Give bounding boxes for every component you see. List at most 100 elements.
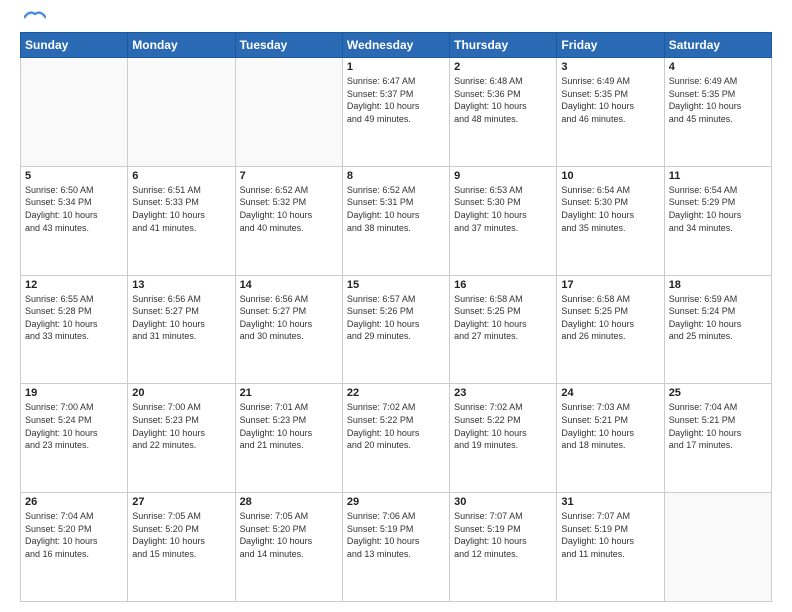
cell-content: Sunrise: 6:57 AM Sunset: 5:26 PM Dayligh… <box>347 293 445 343</box>
cell-content: Sunrise: 7:01 AM Sunset: 5:23 PM Dayligh… <box>240 401 338 451</box>
day-number: 6 <box>132 170 230 182</box>
calendar-cell: 24 Sunrise: 7:03 AM Sunset: 5:21 PM Dayli… <box>557 384 664 493</box>
cell-content: Sunrise: 6:49 AM Sunset: 5:35 PM Dayligh… <box>669 75 767 125</box>
calendar-header-thursday: Thursday <box>450 33 557 58</box>
calendar-cell <box>235 58 342 167</box>
calendar-cell: 23Sunrise: 7:02 AM Sunset: 5:22 PM Dayli… <box>450 384 557 493</box>
day-number: 24 <box>561 387 659 399</box>
calendar-cell: 28 Sunrise: 7:05 AM Sunset: 5:20 PM Dayli… <box>235 493 342 602</box>
day-number: 15 <box>347 279 445 291</box>
cell-content: Sunrise: 7:00 AM Sunset: 5:24 PM Dayligh… <box>25 401 123 451</box>
calendar-header-tuesday: Tuesday <box>235 33 342 58</box>
day-number: 18 <box>669 279 767 291</box>
calendar-cell: 14 Sunrise: 6:56 AM Sunset: 5:27 PM Dayli… <box>235 275 342 384</box>
cell-content: Sunrise: 7:02 AM Sunset: 5:22 PM Dayligh… <box>347 401 445 451</box>
calendar-week-5: 26 Sunrise: 7:04 AM Sunset: 5:20 PM Dayli… <box>21 493 772 602</box>
calendar-cell: 21 Sunrise: 7:01 AM Sunset: 5:23 PM Dayli… <box>235 384 342 493</box>
calendar-header-friday: Friday <box>557 33 664 58</box>
calendar-cell: 13 Sunrise: 6:56 AM Sunset: 5:27 PM Dayli… <box>128 275 235 384</box>
day-number: 4 <box>669 61 767 73</box>
day-number: 2 <box>454 61 552 73</box>
page: SundayMondayTuesdayWednesdayThursdayFrid… <box>0 0 792 612</box>
calendar-cell: 26 Sunrise: 7:04 AM Sunset: 5:20 PM Dayli… <box>21 493 128 602</box>
calendar-cell: 16 Sunrise: 6:58 AM Sunset: 5:25 PM Dayli… <box>450 275 557 384</box>
day-number: 12 <box>25 279 123 291</box>
cell-content: Sunrise: 6:55 AM Sunset: 5:28 PM Dayligh… <box>25 293 123 343</box>
calendar-table: SundayMondayTuesdayWednesdayThursdayFrid… <box>20 32 772 602</box>
cell-content: Sunrise: 6:56 AM Sunset: 5:27 PM Dayligh… <box>132 293 230 343</box>
cell-content: Sunrise: 7:00 AM Sunset: 5:23 PM Dayligh… <box>132 401 230 451</box>
cell-content: Sunrise: 6:54 AM Sunset: 5:29 PM Dayligh… <box>669 184 767 234</box>
cell-content: Sunrise: 7:04 AM Sunset: 5:20 PM Dayligh… <box>25 510 123 560</box>
calendar-cell: 18 Sunrise: 6:59 AM Sunset: 5:24 PM Dayli… <box>664 275 771 384</box>
calendar-cell: 30 Sunrise: 7:07 AM Sunset: 5:19 PM Dayli… <box>450 493 557 602</box>
cell-content: Sunrise: 6:49 AM Sunset: 5:35 PM Dayligh… <box>561 75 659 125</box>
cell-content: Sunrise: 6:56 AM Sunset: 5:27 PM Dayligh… <box>240 293 338 343</box>
day-number: 30 <box>454 496 552 508</box>
calendar-cell: 3 Sunrise: 6:49 AM Sunset: 5:35 PM Daylig… <box>557 58 664 167</box>
day-number: 1 <box>347 61 445 73</box>
calendar-cell: 9Sunrise: 6:53 AM Sunset: 5:30 PM Daylig… <box>450 166 557 275</box>
cell-content: Sunrise: 6:48 AM Sunset: 5:36 PM Dayligh… <box>454 75 552 125</box>
calendar-cell <box>21 58 128 167</box>
day-number: 10 <box>561 170 659 182</box>
calendar-cell: 1 Sunrise: 6:47 AM Sunset: 5:37 PM Daylig… <box>342 58 449 167</box>
day-number: 20 <box>132 387 230 399</box>
day-number: 21 <box>240 387 338 399</box>
calendar-week-1: 1 Sunrise: 6:47 AM Sunset: 5:37 PM Daylig… <box>21 58 772 167</box>
day-number: 31 <box>561 496 659 508</box>
day-number: 17 <box>561 279 659 291</box>
calendar-cell: 22Sunrise: 7:02 AM Sunset: 5:22 PM Dayli… <box>342 384 449 493</box>
calendar-header-saturday: Saturday <box>664 33 771 58</box>
cell-content: Sunrise: 6:58 AM Sunset: 5:25 PM Dayligh… <box>454 293 552 343</box>
calendar-cell: 12 Sunrise: 6:55 AM Sunset: 5:28 PM Dayli… <box>21 275 128 384</box>
calendar-cell: 5 Sunrise: 6:50 AM Sunset: 5:34 PM Daylig… <box>21 166 128 275</box>
cell-content: Sunrise: 6:54 AM Sunset: 5:30 PM Dayligh… <box>561 184 659 234</box>
cell-content: Sunrise: 7:05 AM Sunset: 5:20 PM Dayligh… <box>240 510 338 560</box>
day-number: 29 <box>347 496 445 508</box>
cell-content: Sunrise: 6:52 AM Sunset: 5:31 PM Dayligh… <box>347 184 445 234</box>
day-number: 23 <box>454 387 552 399</box>
day-number: 16 <box>454 279 552 291</box>
calendar-cell: 8 Sunrise: 6:52 AM Sunset: 5:31 PM Daylig… <box>342 166 449 275</box>
cell-content: Sunrise: 6:50 AM Sunset: 5:34 PM Dayligh… <box>25 184 123 234</box>
cell-content: Sunrise: 6:47 AM Sunset: 5:37 PM Dayligh… <box>347 75 445 125</box>
calendar-cell: 4 Sunrise: 6:49 AM Sunset: 5:35 PM Daylig… <box>664 58 771 167</box>
cell-content: Sunrise: 7:04 AM Sunset: 5:21 PM Dayligh… <box>669 401 767 451</box>
calendar-week-3: 12 Sunrise: 6:55 AM Sunset: 5:28 PM Dayli… <box>21 275 772 384</box>
calendar-header-sunday: Sunday <box>21 33 128 58</box>
calendar-week-2: 5 Sunrise: 6:50 AM Sunset: 5:34 PM Daylig… <box>21 166 772 275</box>
calendar-cell: 31 Sunrise: 7:07 AM Sunset: 5:19 PM Dayli… <box>557 493 664 602</box>
header <box>20 16 772 24</box>
calendar-cell: 7 Sunrise: 6:52 AM Sunset: 5:32 PM Daylig… <box>235 166 342 275</box>
cell-content: Sunrise: 6:52 AM Sunset: 5:32 PM Dayligh… <box>240 184 338 234</box>
cell-content: Sunrise: 7:06 AM Sunset: 5:19 PM Dayligh… <box>347 510 445 560</box>
day-number: 13 <box>132 279 230 291</box>
logo <box>20 16 46 24</box>
calendar-week-4: 19 Sunrise: 7:00 AM Sunset: 5:24 PM Dayli… <box>21 384 772 493</box>
day-number: 19 <box>25 387 123 399</box>
calendar-cell: 27Sunrise: 7:05 AM Sunset: 5:20 PM Dayli… <box>128 493 235 602</box>
day-number: 11 <box>669 170 767 182</box>
calendar-cell: 20 Sunrise: 7:00 AM Sunset: 5:23 PM Dayli… <box>128 384 235 493</box>
cell-content: Sunrise: 6:53 AM Sunset: 5:30 PM Dayligh… <box>454 184 552 234</box>
cell-content: Sunrise: 7:07 AM Sunset: 5:19 PM Dayligh… <box>454 510 552 560</box>
day-number: 3 <box>561 61 659 73</box>
day-number: 5 <box>25 170 123 182</box>
day-number: 14 <box>240 279 338 291</box>
cell-content: Sunrise: 7:03 AM Sunset: 5:21 PM Dayligh… <box>561 401 659 451</box>
calendar-cell: 11 Sunrise: 6:54 AM Sunset: 5:29 PM Dayli… <box>664 166 771 275</box>
calendar-cell: 10 Sunrise: 6:54 AM Sunset: 5:30 PM Dayli… <box>557 166 664 275</box>
calendar-cell: 19 Sunrise: 7:00 AM Sunset: 5:24 PM Dayli… <box>21 384 128 493</box>
day-number: 25 <box>669 387 767 399</box>
day-number: 26 <box>25 496 123 508</box>
calendar-header-row: SundayMondayTuesdayWednesdayThursdayFrid… <box>21 33 772 58</box>
day-number: 7 <box>240 170 338 182</box>
cell-content: Sunrise: 7:05 AM Sunset: 5:20 PM Dayligh… <box>132 510 230 560</box>
cell-content: Sunrise: 7:07 AM Sunset: 5:19 PM Dayligh… <box>561 510 659 560</box>
cell-content: Sunrise: 6:59 AM Sunset: 5:24 PM Dayligh… <box>669 293 767 343</box>
calendar-cell: 25 Sunrise: 7:04 AM Sunset: 5:21 PM Dayli… <box>664 384 771 493</box>
day-number: 8 <box>347 170 445 182</box>
day-number: 28 <box>240 496 338 508</box>
calendar-cell: 2 Sunrise: 6:48 AM Sunset: 5:36 PM Daylig… <box>450 58 557 167</box>
